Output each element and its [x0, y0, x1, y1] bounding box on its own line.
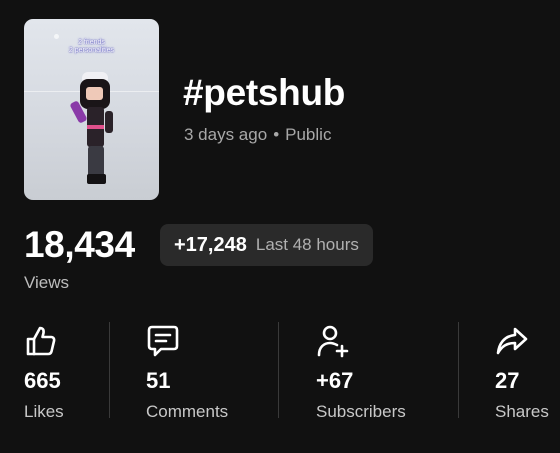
video-meta: 3 days ago • Public	[184, 125, 331, 145]
subscribers-label: Subscribers	[316, 402, 406, 421]
views-label: Views	[24, 273, 70, 292]
thumbnail-caption-line2: 2 personalities	[68, 47, 115, 54]
avatar-arm-right	[105, 111, 113, 133]
views-delta-badge: +17,248 Last 48 hours	[160, 224, 373, 266]
video-title: #petshub	[183, 72, 346, 113]
subscribers-count: +67	[316, 368, 354, 393]
comments-count: 51	[146, 368, 171, 393]
stat-divider	[458, 322, 459, 418]
comment-icon	[147, 325, 179, 357]
add-user-icon	[317, 325, 349, 358]
shares-count: 27	[495, 368, 520, 393]
thumbnail-caption: 2 friends 2 personalities	[24, 39, 159, 55]
comments-label: Comments	[146, 402, 229, 421]
thumbs-up-icon	[26, 326, 56, 356]
avatar-boots	[87, 174, 106, 184]
thumbnail-caption-line1: 2 friends	[78, 39, 105, 46]
share-icon	[496, 327, 528, 355]
video-thumbnail[interactable]: 2 friends 2 personalities	[24, 19, 159, 200]
views-delta: +17,248	[174, 233, 247, 256]
avatar-face	[86, 87, 103, 100]
engagement-stats: 665 Likes 51 Comments +67 Subscribers 27…	[0, 322, 560, 432]
likes-label: Likes	[24, 402, 64, 421]
stat-divider	[278, 322, 279, 418]
stat-divider	[109, 322, 110, 418]
shares-label: Shares	[495, 402, 549, 421]
video-age: 3 days ago	[184, 125, 268, 144]
avatar-belt	[87, 125, 104, 129]
likes-count: 665	[24, 368, 61, 393]
views-count: 18,434	[24, 224, 135, 265]
video-visibility: Public	[285, 125, 332, 144]
video-analytics-page: 2 friends 2 personalities #petshub 3 day…	[0, 0, 560, 453]
views-period: Last 48 hours	[255, 235, 359, 254]
meta-separator: •	[273, 125, 280, 144]
